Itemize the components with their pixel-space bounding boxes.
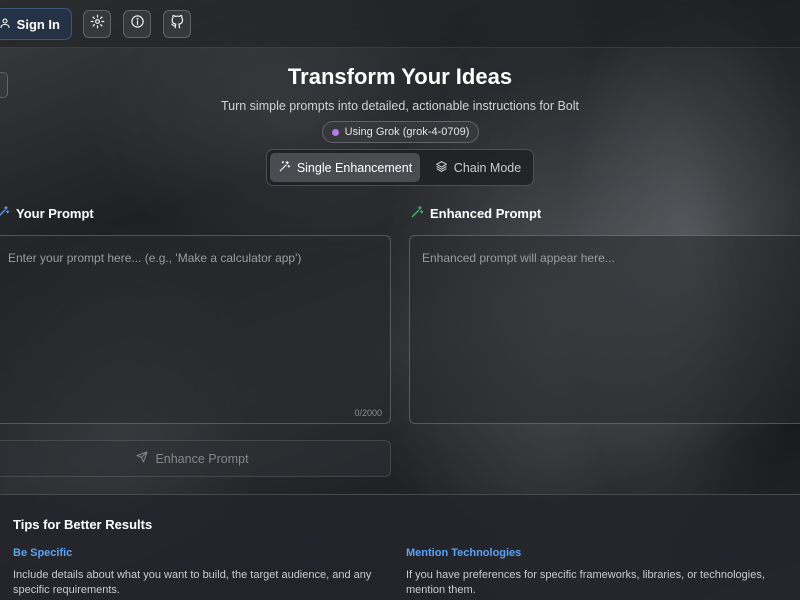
send-icon: [136, 451, 148, 466]
tip-heading: Mention Technologies: [406, 547, 522, 559]
character-counter: 0/2000: [354, 408, 382, 418]
enhanced-prompt-output[interactable]: Enhanced prompt will appear here...: [409, 235, 800, 424]
enhance-prompt-button[interactable]: Enhance Prompt: [0, 440, 391, 477]
sign-in-label: Sign In: [16, 16, 60, 32]
enhance-prompt-label: Enhance Prompt: [155, 451, 249, 466]
prompt-input[interactable]: Enter your prompt here... (e.g., 'Make a…: [0, 235, 391, 424]
tip-body: Include details about what you want to b…: [13, 569, 372, 596]
enhanced-prompt-label: Enhanced Prompt: [430, 206, 542, 221]
info-icon: [130, 14, 145, 34]
tip-heading: Be Specific: [13, 547, 73, 559]
tips-title: Tips for Better Results: [13, 517, 153, 532]
status-dot-icon: [331, 128, 339, 136]
your-prompt-heading: Your Prompt: [0, 205, 94, 222]
page-title: Transform Your Ideas: [287, 64, 513, 89]
settings-button[interactable]: [83, 10, 111, 38]
mode-switch: Single Enhancement Chain Mode: [266, 149, 534, 186]
model-badge: Using Grok (grok-4-0709): [322, 121, 479, 143]
tab-single-label: Single Enhancement: [296, 160, 413, 175]
user-icon: [0, 17, 11, 32]
tab-single-enhancement[interactable]: Single Enhancement: [270, 153, 420, 182]
enhanced-prompt-heading: Enhanced Prompt: [410, 205, 541, 222]
github-button[interactable]: [163, 10, 191, 38]
model-badge-label: Using Grok (grok-4-0709): [344, 126, 470, 138]
magic-wand-icon: [0, 205, 10, 222]
info-button[interactable]: [123, 10, 151, 38]
settings-gear-icon: [90, 14, 105, 34]
sign-in-button[interactable]: Sign In: [0, 8, 72, 40]
tip-body: If you have preferences for specific fra…: [406, 569, 765, 596]
magic-wand-icon: [410, 205, 424, 222]
your-prompt-label: Your Prompt: [16, 206, 94, 221]
tab-chain-label: Chain Mode: [453, 160, 522, 175]
page-subtitle: Turn simple prompts into detailed, actio…: [220, 99, 580, 113]
prompt-input-placeholder: Enter your prompt here... (e.g., 'Make a…: [8, 251, 302, 265]
magic-wand-icon: [278, 160, 291, 176]
layers-icon: [435, 160, 448, 176]
top-navigation-bar: Sign In: [0, 0, 800, 48]
tips-section: Tips for Better Results Be Specific Incl…: [0, 494, 800, 600]
tab-chain-mode[interactable]: Chain Mode: [425, 153, 531, 182]
github-icon: [170, 14, 185, 34]
enhanced-output-placeholder: Enhanced prompt will appear here...: [422, 251, 615, 265]
